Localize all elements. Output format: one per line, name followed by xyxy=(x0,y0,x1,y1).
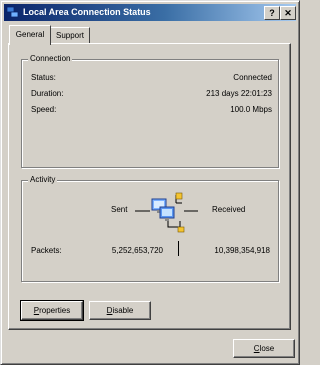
tab-support[interactable]: Support xyxy=(50,27,90,44)
disable-button[interactable]: Disable xyxy=(89,301,151,320)
speed-label: Speed: xyxy=(31,105,57,114)
status-dialog: Local Area Connection Status ? ✕ General… xyxy=(0,0,300,365)
connection-legend: Connection xyxy=(28,54,73,63)
activity-legend: Activity xyxy=(28,175,58,184)
status-label: Status: xyxy=(31,73,56,82)
tab-general[interactable]: General xyxy=(9,25,51,45)
packets-sent-value: 5,252,653,720 xyxy=(111,246,163,255)
close-button[interactable]: Close xyxy=(233,339,295,358)
general-tab-panel: Connection Status: Connected Duration: 2… xyxy=(8,43,291,330)
title-bar[interactable]: Local Area Connection Status ? ✕ xyxy=(4,4,296,21)
packets-received-value: 10,398,354,918 xyxy=(214,246,270,255)
properties-button[interactable]: Properties xyxy=(20,300,84,321)
disable-label-rest: isable xyxy=(112,306,134,315)
duration-value: 213 days 22:01:23 xyxy=(206,89,272,98)
duration-label: Duration: xyxy=(31,89,64,98)
packets-label: Packets: xyxy=(31,246,62,255)
packets-divider xyxy=(178,241,179,256)
help-button[interactable]: ? xyxy=(264,6,280,20)
activity-group: Activity Sent Received Packets: 5,252,65… xyxy=(21,175,279,282)
properties-label-rest: roperties xyxy=(39,306,71,315)
connection-group: Connection Status: Connected Duration: 2… xyxy=(21,54,279,168)
received-label: Received xyxy=(212,205,246,214)
network-computers-icon xyxy=(135,192,198,233)
sent-label: Sent xyxy=(111,205,128,214)
status-value: Connected xyxy=(233,73,272,82)
network-connection-icon xyxy=(6,6,19,18)
close-label-rest: lose xyxy=(259,344,275,353)
window-title: Local Area Connection Status xyxy=(23,7,151,17)
speed-value: 100.0 Mbps xyxy=(230,105,272,114)
title-close-button[interactable]: ✕ xyxy=(280,6,296,20)
